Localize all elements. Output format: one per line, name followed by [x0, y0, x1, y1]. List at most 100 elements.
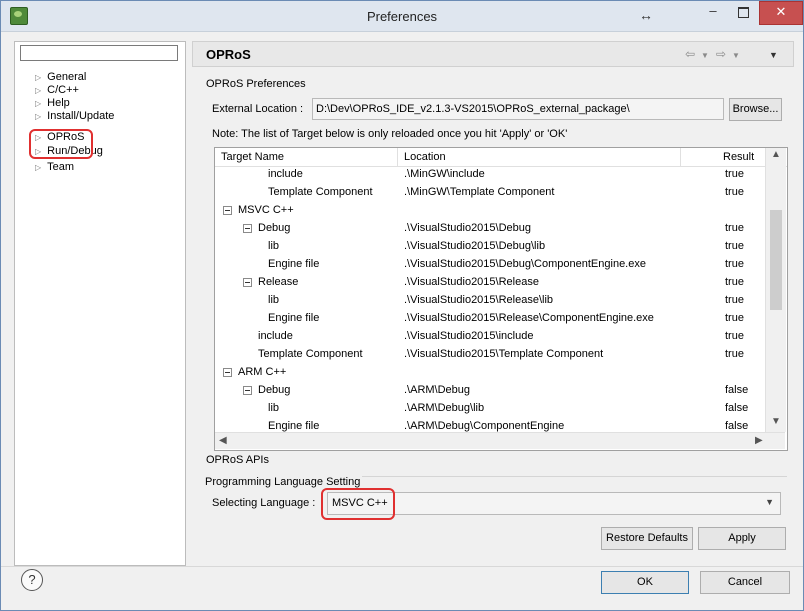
- column-header-location[interactable]: Location: [404, 151, 446, 163]
- minimize-button[interactable]: –: [699, 1, 727, 23]
- apply-button[interactable]: Apply: [698, 527, 786, 550]
- help-icon[interactable]: ?: [21, 569, 43, 591]
- location-cell: .\VisualStudio2015\Release\ComponentEngi…: [404, 312, 654, 324]
- table-row[interactable]: Engine file .\VisualStudio2015\Release\Co…: [215, 310, 765, 328]
- table-row[interactable]: Template Component .\VisualStudio2015\Tem…: [215, 346, 765, 364]
- ok-button[interactable]: OK: [601, 571, 689, 594]
- location-cell: .\ARM\Debug\lib: [404, 402, 485, 414]
- resize-icon: ↔: [639, 7, 653, 23]
- apis-label: OPRoS APIs: [206, 454, 269, 466]
- collapse-icon[interactable]: [223, 368, 232, 377]
- column-divider[interactable]: [397, 148, 398, 166]
- result-cell: true: [725, 312, 744, 324]
- target-name-cell: Release: [258, 276, 299, 288]
- scroll-left-icon[interactable]: ◀: [219, 435, 227, 446]
- location-cell: .\VisualStudio2015\include: [404, 330, 534, 342]
- location-cell: .\VisualStudio2015\Template Component: [404, 348, 604, 360]
- maximize-icon: [737, 7, 749, 18]
- highlight-language-annotation: [321, 488, 395, 520]
- cancel-button[interactable]: Cancel: [700, 571, 790, 594]
- table-header: Target Name Location Result: [215, 148, 787, 167]
- table-row[interactable]: MSVC C++: [215, 202, 765, 220]
- table-row[interactable]: ARM C++: [215, 364, 765, 382]
- table-row[interactable]: lib .\ARM\Debug\lib false: [215, 400, 765, 418]
- close-button[interactable]: ✕: [759, 1, 803, 25]
- scroll-down-icon[interactable]: ▼: [771, 416, 781, 427]
- expand-arrow-icon: ▷: [35, 112, 42, 121]
- language-group-title: Programming Language Setting: [203, 476, 363, 488]
- expand-arrow-icon: ▷: [35, 163, 42, 172]
- section-label: OPRoS Preferences: [206, 78, 306, 90]
- back-menu-icon[interactable]: ▼: [701, 51, 709, 60]
- collapse-icon[interactable]: [223, 206, 232, 215]
- vertical-scrollbar[interactable]: ▲ ▼: [765, 148, 786, 432]
- result-cell: true: [725, 222, 744, 234]
- result-cell: true: [725, 168, 744, 180]
- window-title: Preferences: [366, 9, 438, 24]
- target-name-cell: Debug: [258, 384, 291, 396]
- table-row[interactable]: Debug .\ARM\Debug false: [215, 382, 765, 400]
- expand-arrow-icon: ▷: [35, 86, 42, 95]
- target-name-cell: lib: [268, 402, 280, 414]
- bottom-separator: [1, 566, 803, 567]
- column-header-result[interactable]: Result: [723, 151, 754, 163]
- browse-button[interactable]: Browse...: [729, 98, 782, 121]
- location-cell: .\MinGW\Template Component: [404, 186, 555, 198]
- collapse-icon[interactable]: [243, 224, 252, 233]
- scroll-up-icon[interactable]: ▲: [771, 149, 781, 160]
- maximize-button[interactable]: [729, 1, 757, 23]
- tree-item-team[interactable]: ▷ Team: [35, 160, 74, 175]
- selecting-language-label: Selecting Language :: [212, 497, 316, 509]
- location-cell: .\VisualStudio2015\Debug\ComponentEngine…: [404, 258, 646, 270]
- tree-item-install-update[interactable]: ▷ Install/Update: [35, 109, 114, 124]
- scroll-right-icon[interactable]: ▶: [755, 435, 763, 446]
- target-table: Target Name Location Result include .\Min…: [214, 147, 788, 451]
- page-title: OPRoS: [206, 47, 251, 62]
- target-name-cell: Engine file: [268, 312, 320, 324]
- external-location-label: External Location :: [212, 103, 304, 115]
- table-row[interactable]: include .\MinGW\include true: [215, 166, 765, 184]
- forward-arrow-icon[interactable]: ⇨: [716, 47, 726, 61]
- title-bar: Preferences ↔ – ✕: [1, 1, 803, 32]
- table-row[interactable]: lib .\VisualStudio2015\Release\lib true: [215, 292, 765, 310]
- restore-defaults-button[interactable]: Restore Defaults: [601, 527, 693, 550]
- target-name-cell: lib: [268, 294, 280, 306]
- target-name-cell: Engine file: [268, 258, 320, 270]
- target-name-cell: ARM C++: [238, 366, 287, 378]
- external-location-field[interactable]: D:\Dev\OPRoS_IDE_v2.1.3-VS2015\OPRoS_ext…: [312, 98, 724, 120]
- location-cell: .\ARM\Debug\ComponentEngine: [404, 420, 565, 432]
- back-arrow-icon[interactable]: ⇦: [685, 47, 695, 61]
- result-cell: false: [725, 420, 749, 432]
- location-cell: .\VisualStudio2015\Release\lib: [404, 294, 554, 306]
- collapse-icon[interactable]: [243, 386, 252, 395]
- table-row[interactable]: Release .\VisualStudio2015\Release true: [215, 274, 765, 292]
- column-divider[interactable]: [680, 148, 681, 166]
- table-row[interactable]: lib .\VisualStudio2015\Debug\lib true: [215, 238, 765, 256]
- result-cell: true: [725, 186, 744, 198]
- target-name-cell: Debug: [258, 222, 291, 234]
- table-row[interactable]: Debug .\VisualStudio2015\Debug true: [215, 220, 765, 238]
- highlight-opros-annotation: [29, 129, 93, 159]
- expand-arrow-icon: ▷: [35, 73, 42, 82]
- result-cell: true: [725, 330, 744, 342]
- filter-input[interactable]: [20, 45, 178, 61]
- language-select[interactable]: MSVC C++ ▼: [327, 492, 781, 515]
- page-header: OPRoS ⇦ ▼ ⇨ ▼ ▼: [192, 41, 794, 67]
- result-cell: false: [725, 402, 749, 414]
- result-cell: true: [725, 348, 744, 360]
- location-cell: .\ARM\Debug: [404, 384, 471, 396]
- location-cell: .\MinGW\include: [404, 168, 485, 180]
- target-name-cell: MSVC C++: [238, 204, 294, 216]
- vertical-scroll-thumb[interactable]: [770, 210, 782, 310]
- preference-page: OPRoS ⇦ ▼ ⇨ ▼ ▼ OPRoS Preferences Extern…: [192, 41, 794, 564]
- horizontal-scrollbar[interactable]: ◀ ▶: [215, 432, 785, 449]
- column-header-target-name[interactable]: Target Name: [221, 151, 284, 163]
- location-cell: .\VisualStudio2015\Release: [404, 276, 539, 288]
- table-row[interactable]: Engine file .\VisualStudio2015\Debug\Comp…: [215, 256, 765, 274]
- table-row[interactable]: Template Component .\MinGW\Template Compo…: [215, 184, 765, 202]
- forward-menu-icon[interactable]: ▼: [732, 51, 740, 60]
- target-name-cell: lib: [268, 240, 280, 252]
- view-menu-icon[interactable]: ▼: [769, 50, 778, 60]
- table-row[interactable]: include .\VisualStudio2015\include true: [215, 328, 765, 346]
- collapse-icon[interactable]: [243, 278, 252, 287]
